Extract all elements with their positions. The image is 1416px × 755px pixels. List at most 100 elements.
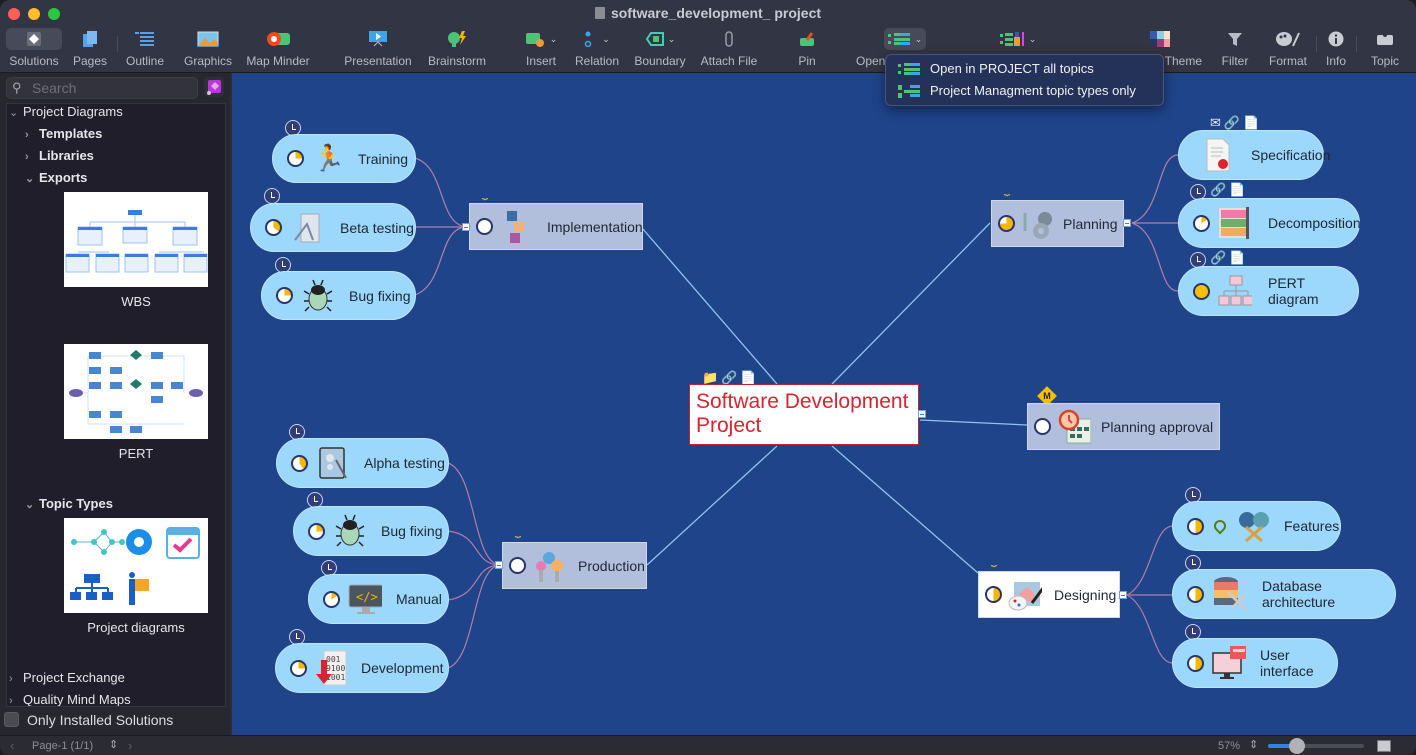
page-stepper[interactable]: ⇕: [109, 738, 118, 751]
link-icon[interactable]: 🔗: [1224, 115, 1240, 131]
pin-solution-icon: [207, 80, 221, 95]
topic-development[interactable]: 001 9100 1001 Development: [275, 643, 449, 693]
topic-decomposition[interactable]: Decomposition: [1178, 198, 1361, 248]
toolbar-solutions-button[interactable]: Solutions: [6, 28, 62, 72]
checkbox[interactable]: [4, 712, 19, 727]
format-icon: [1264, 28, 1312, 50]
topic-icon: [1366, 28, 1404, 50]
collapse-toggle[interactable]: [1119, 591, 1127, 599]
progress-clock-icon: [308, 522, 325, 540]
toolbar-presentation-button[interactable]: Presentation: [342, 28, 414, 72]
chevron-down-icon: ⌄: [25, 173, 35, 185]
toolbar-format-button[interactable]: Format: [1264, 28, 1312, 72]
tree-item-exports[interactable]: ⌄ Exports: [25, 170, 87, 185]
filter-icon: [1218, 28, 1252, 50]
topic-pert-diagram[interactable]: PERT diagram: [1178, 266, 1359, 316]
collapse-toggle[interactable]: [1123, 219, 1131, 227]
boundary-icon: ⌄: [632, 28, 688, 50]
tree-item-project-exchange[interactable]: › Project Exchange: [9, 670, 125, 685]
toolbar-pin-button[interactable]: Pin: [792, 28, 822, 72]
zoom-slider-knob[interactable]: [1288, 738, 1305, 754]
open-project-dropdown-menu: Open in PROJECT all topics Project Manag…: [885, 54, 1164, 106]
toolbar-info-button[interactable]: Info: [1322, 28, 1350, 72]
topic-beta-testing[interactable]: Beta testing: [250, 203, 416, 252]
tree-item-libraries[interactable]: › Libraries: [25, 148, 94, 163]
toolbar-attach-file-button[interactable]: Attach File: [698, 28, 760, 72]
window-title: software_development_ project: [0, 5, 1416, 21]
link-manual: [447, 564, 502, 601]
note-icon[interactable]: 📄: [1229, 182, 1245, 198]
pert-thumbnail[interactable]: [64, 344, 208, 439]
zoom-stepper[interactable]: ⇕: [1249, 738, 1258, 751]
mindmap-canvas[interactable]: 📁 🔗 📄 Software Development Project ⏟ Imp…: [232, 73, 1416, 735]
note-icon[interactable]: 📄: [1229, 250, 1245, 266]
previous-page-button[interactable]: ‹: [10, 738, 14, 753]
toolbar-boundary-button[interactable]: ⌄ Boundary: [632, 28, 688, 72]
theme-icon: [1118, 28, 1202, 50]
tree-item-topic-types[interactable]: ⌄ Topic Types: [25, 496, 113, 511]
gears-people-icon: [532, 549, 566, 583]
toolbar-relation-button[interactable]: ⌄ Relation: [574, 28, 620, 72]
topic-alpha-testing[interactable]: Alpha testing: [276, 438, 449, 488]
map-minder-icon: [244, 28, 312, 50]
topic-implementation[interactable]: Implementation: [469, 203, 643, 250]
solution-settings-button[interactable]: [204, 77, 224, 97]
progress-clock-icon: [1034, 418, 1051, 435]
only-installed-checkbox[interactable]: Only Installed Solutions: [4, 712, 173, 728]
pages-icon: [70, 28, 110, 50]
toolbar-map-minder-button[interactable]: Map Minder: [244, 28, 312, 72]
topic-bug-fixing-implementation[interactable]: Bug fixing: [261, 271, 416, 320]
topic-features[interactable]: Features: [1172, 501, 1341, 551]
progress-clock-icon: [265, 219, 282, 236]
collapse-toggle[interactable]: [918, 410, 926, 418]
project-diagrams-thumbnail[interactable]: [64, 518, 208, 613]
topic-training[interactable]: 🏃 Training: [272, 134, 416, 183]
toolbar-graphics-button[interactable]: Graphics: [182, 28, 234, 72]
wbs-caption: WBS: [121, 294, 151, 309]
tree-item-quality-mind-maps[interactable]: › Quality Mind Maps: [9, 692, 131, 706]
link-icon[interactable]: 🔗: [1210, 182, 1226, 198]
progress-clock-icon: [290, 659, 307, 677]
topic-user-interface[interactable]: User interface: [1172, 638, 1338, 688]
hierarchy-chart-icon: [1218, 274, 1252, 308]
next-page-button[interactable]: ›: [128, 738, 132, 753]
link-central-planning: [831, 222, 991, 385]
fit-page-icon[interactable]: [1377, 740, 1391, 752]
topic-specification[interactable]: Specification: [1178, 130, 1330, 180]
wbs-thumbnail[interactable]: [64, 192, 208, 287]
link-icon[interactable]: 🔗: [1210, 250, 1226, 266]
open-project-icon: ⌄: [884, 28, 926, 50]
collapse-toggle[interactable]: [462, 223, 470, 231]
topic-designing[interactable]: Designing: [978, 571, 1120, 618]
topic-planning[interactable]: Planning: [991, 200, 1124, 247]
database-tools-icon: [1212, 577, 1246, 612]
progress-clock-icon: [1187, 654, 1204, 672]
topic-manual[interactable]: </> Manual: [308, 574, 449, 624]
central-topic[interactable]: Software Development Project: [689, 384, 919, 445]
topic-bug-fixing-production[interactable]: Bug fixing: [293, 506, 449, 556]
zoom-slider[interactable]: [1268, 738, 1364, 754]
search-input[interactable]: ⚲ Search: [6, 77, 198, 99]
toolbar-pages-button[interactable]: Pages: [70, 28, 110, 72]
toolbar-topic-button[interactable]: Topic: [1366, 28, 1404, 72]
link-alpha-testing: [447, 462, 502, 566]
topic-planning-approval[interactable]: Planning approval: [1027, 403, 1220, 450]
topic-production[interactable]: Production: [502, 542, 647, 589]
collapse-toggle[interactable]: [495, 561, 503, 569]
chevron-down-icon: ⌄: [25, 499, 35, 511]
toolbar-filter-button[interactable]: Filter: [1218, 28, 1252, 72]
tree-item-project-diagrams[interactable]: ⌄ Project Diagrams: [9, 104, 123, 119]
insert-icon: ⌄: [518, 28, 564, 50]
toolbar-insert-button[interactable]: ⌄ Insert: [518, 28, 564, 72]
topic-database-architecture[interactable]: Database architecture: [1172, 569, 1396, 619]
toolbar-outline-button[interactable]: Outline: [122, 28, 168, 72]
toolbar-brainstorm-button[interactable]: Brainstorm: [424, 28, 490, 72]
tree-item-templates[interactable]: › Templates: [25, 126, 102, 141]
note-icon[interactable]: 📄: [1243, 115, 1259, 131]
brainstorm-icon: [424, 28, 490, 50]
progress-clock-icon: [323, 590, 340, 608]
menu-item-open-all-topics[interactable]: Open in PROJECT all topics: [898, 61, 1094, 76]
menu-item-topic-types-only[interactable]: Project Managment topic types only: [898, 83, 1136, 98]
email-icon[interactable]: ✉: [1210, 115, 1221, 131]
certificate-document-icon: [1201, 138, 1235, 172]
